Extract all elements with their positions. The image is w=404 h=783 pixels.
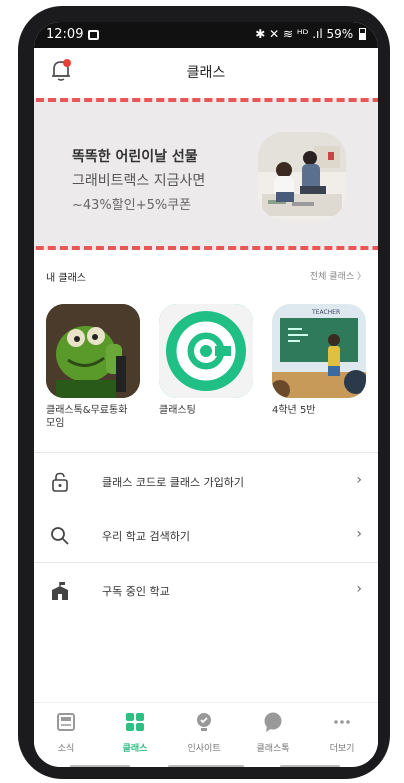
subscribed-schools-row[interactable]: 구독 중인 학교 › [34,567,378,615]
my-classes-title: 내 클래스 [46,273,86,284]
app-screen: 12:09 ✱ ✕ ≋ ᴴᴰ .ıl 59% 클래스 똑똑한 어린이날 선물 그… [34,22,378,767]
menu-label: 구독 중인 학교 [102,585,170,598]
tab-classtalk[interactable]: 클래스톡 [243,711,303,754]
menu-label: 클래스 코드로 클래스 가입하기 [102,476,245,489]
status-indicators-text: ✱ ✕ ≋ ᴴᴰ .ıl 59% [255,27,354,41]
teacher-board-text: TEACHER [311,309,340,316]
class-name: 클래스팅 [159,405,196,416]
class-name: 클래스톡&무료통화 모임 [46,405,128,429]
nav-gesture-bar [280,765,340,767]
menu-label: 우리 학교 검색하기 [102,530,190,543]
banner-subline: 그래비트랙스 지금사면 [72,173,206,189]
banner-photo [258,132,346,220]
nav-gesture-bar [168,765,244,767]
status-bar: 12:09 ✱ ✕ ≋ ᴴᴰ .ıl 59% [34,22,378,48]
class-item[interactable]: 클래스톡&무료통화 모임 [46,304,140,430]
banner-discount: ~43%할인+5%쿠폰 [72,198,192,213]
classting-logo [159,304,253,398]
tab-news[interactable]: 소식 [36,711,96,754]
class-item[interactable]: 클래스팅 [159,304,253,417]
tab-label: 인사이트 [187,744,221,754]
tab-label: 더보기 [329,744,355,754]
join-by-code-row[interactable]: 클래스 코드로 클래스 가입하기 › [34,458,378,506]
nav-gesture-bar [70,765,130,767]
search-school-row[interactable]: 우리 학교 검색하기 › [34,512,378,560]
school-icon [52,582,68,600]
class-name: 4학년 5반 [272,405,316,416]
tab-label: 클래스 [122,744,148,754]
news-icon [57,713,75,731]
tab-more[interactable]: 더보기 [312,711,372,754]
bottom-tab-bar: 소식 클래스 인사이트 클래스톡 더보기 [34,702,378,758]
chevron-right-icon: › [356,472,362,488]
battery-icon [359,28,366,40]
status-time: 12:09 [46,27,84,42]
tab-insight[interactable]: 인사이트 [174,711,234,754]
class-thumbnail [46,304,140,398]
insight-icon [197,713,211,731]
promo-banner[interactable]: 똑똑한 어린이날 선물 그래비트랙스 지금사면 ~43%할인+5%쿠폰 [34,98,378,250]
class-thumbnail: TEACHER [272,304,366,398]
all-classes-link[interactable]: 전체 클래스 〉 [310,269,366,282]
divider [34,562,378,563]
lock-icon [52,472,68,492]
chevron-right-icon: › [356,581,362,597]
status-indicators: ✱ ✕ ≋ ᴴᴰ .ıl 59% [255,27,366,41]
divider [34,452,378,453]
search-icon [51,527,69,545]
chevron-right-icon: › [356,526,362,542]
page-title: 클래스 [186,65,226,81]
tab-label: 소식 [57,744,75,754]
grid-icon [126,713,144,731]
image-notification-icon [88,30,99,40]
class-item[interactable]: TEACHER 4학년 5반 [272,304,366,417]
tab-classes[interactable]: 클래스 [105,711,165,754]
more-icon [334,720,350,724]
tab-label: 클래스톡 [256,744,290,754]
app-header: 클래스 [34,48,378,94]
banner-headline: 똑똑한 어린이날 선물 [72,149,198,165]
chat-icon [264,712,282,732]
